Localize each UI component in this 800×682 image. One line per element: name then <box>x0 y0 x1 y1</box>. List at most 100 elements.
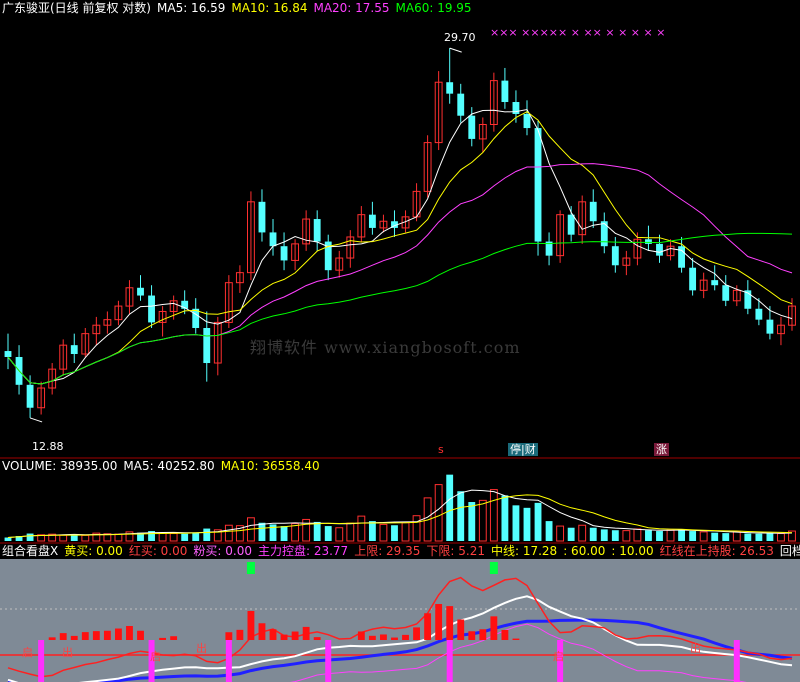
ma60-readout: MA60: 19.95 <box>395 1 472 15</box>
indicator-control-bar <box>291 631 299 640</box>
volume-bar-up <box>434 484 443 542</box>
volume-bar-up <box>302 518 311 542</box>
candle-body-down <box>689 267 697 291</box>
red-buy-readout: 红买: 0.00 <box>128 544 188 558</box>
ma10-readout: MA10: 16.84 <box>231 1 308 15</box>
indicator-control-bar <box>225 632 233 640</box>
stock-title[interactable]: 广东骏亚(日线 前复权 对数) <box>2 1 151 15</box>
volume-bar-down <box>203 528 211 541</box>
candle-body-down <box>501 80 509 103</box>
volume-bar-up <box>732 531 741 542</box>
volume-bar-down <box>258 522 266 541</box>
indicator-control-bar <box>48 637 56 640</box>
indicator-control-bar <box>391 637 398 640</box>
indicator-control-bar <box>413 627 420 640</box>
volume-bar-down <box>656 531 663 541</box>
indicator-control-bar <box>236 629 244 640</box>
indicator-control-bar <box>258 623 266 640</box>
indicator-signal-post <box>446 640 453 682</box>
indicator-control-bar <box>159 637 167 640</box>
candle-body-down <box>711 280 719 286</box>
candle-body-down <box>457 93 465 116</box>
indicator-label-exit-1: 出 <box>62 646 73 659</box>
candle-body-down <box>766 319 774 334</box>
candle-body-down <box>611 246 619 266</box>
pink-buy-readout: 粉买: 0.00 <box>193 544 252 558</box>
low-price-label: 12.88 <box>32 440 64 453</box>
candle-body-down <box>645 239 652 244</box>
candle-body-down <box>722 285 730 301</box>
indicator-control-bar <box>280 634 288 640</box>
candle-body-down <box>446 82 454 94</box>
price-pane-header: 广东骏亚(日线 前复权 对数) MA5: 16.59 MA10: 16.84 MA20… <box>2 1 478 15</box>
indicator-control-bar <box>137 630 144 640</box>
volume-bar-up <box>59 534 68 542</box>
indicator-control-bar <box>269 629 277 640</box>
main-control-readout: 主力控盘: 23.77 <box>257 544 349 558</box>
indicator-control-bar <box>357 631 365 640</box>
volume-bar-down <box>391 525 398 541</box>
volume-bar-up <box>489 489 498 542</box>
volume-bar-up <box>622 530 631 542</box>
candle-body-down <box>137 287 144 296</box>
volume-bar-down <box>324 526 332 541</box>
volume-bar-down <box>589 527 597 541</box>
volume-bar-down <box>678 529 686 541</box>
volume-readout: VOLUME: 38935.00 <box>2 459 118 473</box>
volume-bar-down <box>501 495 509 541</box>
volume-bar-up <box>777 533 785 542</box>
high-price-label: 29.70 <box>444 31 476 44</box>
volume-bar-up <box>81 534 90 542</box>
volume-bar-up <box>401 522 410 542</box>
signal-x-marks: ××× ××××× × ×× × × × × × <box>490 26 666 39</box>
volume-ma10-readout: MA10: 36558.40 <box>220 459 320 473</box>
indicator-control-bar <box>512 638 520 640</box>
event-tag-rise[interactable]: 涨 <box>654 443 669 456</box>
volume-pane-header: VOLUME: 38935.00 MA5: 40252.80 MA10: 36558… <box>2 459 326 473</box>
candle-body-down <box>468 115 476 139</box>
indicator-control-bar <box>247 610 255 640</box>
candle-body-down <box>589 201 597 222</box>
volume-bar-down <box>280 526 288 541</box>
stock-chart-window: 广东骏亚(日线 前复权 对数) MA5: 16.59 MA10: 16.84 MA20… <box>0 0 800 682</box>
indicator-control-bar <box>103 630 111 640</box>
candle-body-down <box>258 201 266 233</box>
event-tag-s[interactable]: s <box>436 443 446 456</box>
pullback-readout: 回档不 <box>779 544 800 558</box>
indicator-pane-background <box>0 559 800 682</box>
volume-bar-down <box>368 521 376 541</box>
indicator-control-bar <box>170 636 178 640</box>
indicator-pane-header: 组合看盘X 黄买: 0.00 红买: 0.00 粉买: 0.00 主力控盘: 23.77… <box>2 544 800 558</box>
indicator-control-bar <box>368 635 376 640</box>
watermark: 翔博软件 www.xiangbosoft.com <box>250 338 521 357</box>
indicator-signal-post <box>733 640 740 682</box>
indicator-label-start-2: 启 <box>150 650 161 663</box>
volume-bar-up <box>379 523 388 542</box>
volume-bar-up <box>412 515 421 542</box>
volume-bar-up <box>169 533 178 542</box>
candle-body-down <box>678 246 686 268</box>
volume-bar-down <box>26 533 34 541</box>
ma20-readout: MA20: 17.55 <box>313 1 390 15</box>
candle-body-down <box>534 128 542 242</box>
candle-body-down <box>567 214 575 235</box>
indicator-control-bar <box>59 633 67 640</box>
volume-bar-up <box>478 499 487 542</box>
red-line-hold-readout: 红线在上持股: 26.53 <box>659 544 774 558</box>
volume-bar-down <box>181 533 189 541</box>
volume-bar-down <box>645 530 652 541</box>
lower-readout: 下限: 5.21 <box>426 544 485 558</box>
volume-bar-down <box>755 533 763 541</box>
volume-bar-up <box>578 524 587 542</box>
volume-bar-down <box>545 521 553 541</box>
volume-ma5-line <box>7 489 793 538</box>
indicator-name[interactable]: 组合看盘X <box>2 544 58 558</box>
event-tag-suspend[interactable]: 停|财 <box>508 443 538 456</box>
volume-bar-down <box>446 474 454 541</box>
indicator-label-start-1: 启 <box>22 646 33 659</box>
volume-ma5-readout: MA5: 40252.80 <box>123 459 215 473</box>
indicator-control-bar <box>126 626 133 640</box>
indicator-green-marker <box>246 562 255 574</box>
candle-body-down <box>313 219 321 242</box>
indicator-control-bar <box>457 619 465 640</box>
